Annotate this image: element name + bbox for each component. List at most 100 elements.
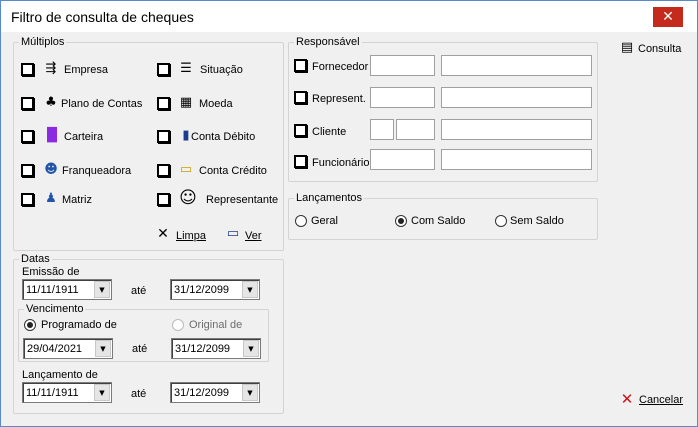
conta-debito-checkbox[interactable] [157,130,170,143]
network-icon: ⇶ [45,61,57,76]
cliente-subcode-input[interactable] [396,119,435,140]
funcionario-checkbox[interactable] [294,155,307,168]
fornecedor-name-input[interactable] [441,55,592,76]
representante-checkbox[interactable] [157,193,170,206]
multiplos-title: Múltiplos [19,35,67,49]
cliente-code-input[interactable] [370,119,394,140]
programado-radio[interactable] [24,319,36,331]
title-bar: Filtro de consulta de cheques ✕ [1,1,697,32]
list-icon: ☰ [180,61,192,76]
matriz-checkbox[interactable] [21,193,34,206]
funcionario-name-input[interactable] [441,149,592,170]
responsavel-title: Responsável [294,35,362,49]
calculator-icon: ▦ [179,95,193,110]
conta-credito-checkbox[interactable] [157,164,170,177]
programado-label: Programado de [41,319,117,331]
lanc-from-dropdown[interactable]: ▼ [94,384,110,401]
matriz-label: Matriz [62,194,92,206]
carteira-label: Carteira [64,131,104,143]
folders-icon: ▭ [179,162,193,177]
geral-radio[interactable] [295,215,307,227]
vencimento-group: Vencimento Programado de Original de 29/… [18,302,269,362]
vencimento-title: Vencimento [24,302,86,316]
cliente-name-input[interactable] [441,119,592,140]
venc-from-value: 29/04/2021 [27,343,83,355]
funcionario-code-input[interactable] [370,149,435,170]
lanc-from-date[interactable]: 11/11/1911 ▼ [22,382,112,403]
limpa-label: Limpa [176,230,206,242]
venc-to-value: 31/12/2099 [175,343,231,355]
represent-code-input[interactable] [370,87,435,108]
globe-person-icon: ☺ [179,188,197,208]
franqueadora-checkbox[interactable] [21,164,34,177]
consulta-label: Consulta [638,43,682,55]
venc-ate-label: até [132,343,148,355]
representante-label: Representante [206,194,279,206]
lanc-ate-label: até [131,388,147,400]
moeda-checkbox[interactable] [157,97,170,110]
responsavel-group: Responsável Fornecedor Represent. Client… [288,35,598,182]
cancelar-label: Cancelar [639,393,683,407]
represent-name-input[interactable] [441,87,592,108]
venc-from-dropdown[interactable]: ▼ [95,340,111,357]
represent-label: Represent. [312,93,366,105]
limpa-button[interactable]: Limpa [176,229,206,243]
users-icon: ☻ [44,162,58,177]
conta-debito-label: Conta Débito [191,131,256,143]
window-icon[interactable]: ▭ [224,226,242,242]
emissao-to-date[interactable]: 31/12/2099 ▼ [170,279,260,300]
original-radio[interactable] [172,319,184,331]
funcionario-label: Funcionário [312,157,370,169]
cancelar-text: Cancelar [639,394,684,406]
multiplos-group: Múltiplos ⇶ Empresa ♣ Plano de Contas ▐▌… [13,35,284,251]
lancamento-label: Lançamento de [22,369,98,381]
empresa-label: Empresa [64,64,109,76]
ver-label: Ver [245,230,262,242]
hierarchy-icon: ♣ [45,95,57,110]
fornecedor-code-input[interactable] [370,55,435,76]
datas-title: Datas [19,252,52,266]
close-x-icon[interactable]: ✕ [154,226,172,242]
venc-to-dropdown[interactable]: ▼ [243,340,259,357]
books-icon: ▐▌ [42,128,62,143]
geral-label: Geral [311,215,338,227]
datas-group: Datas Emissão de 11/11/1911 ▼ até 31/12/2… [13,252,284,414]
plano-contas-checkbox[interactable] [21,97,34,110]
lancamentos-title: Lançamentos [294,191,365,205]
com-saldo-label: Com Saldo [411,215,466,227]
emissao-from-dropdown[interactable]: ▼ [94,281,110,298]
sem-saldo-label: Sem Saldo [510,215,564,227]
situacao-checkbox[interactable] [157,63,170,76]
represent-checkbox[interactable] [294,91,307,104]
venc-to-date[interactable]: 31/12/2099 ▼ [171,338,261,359]
emissao-from-date[interactable]: 11/11/1911 ▼ [22,279,112,300]
emissao-to-value: 31/12/2099 [174,284,230,296]
situacao-label: Situação [200,64,243,76]
plano-contas-label: Plano de Contas [61,98,143,110]
lanc-to-value: 31/12/2099 [174,387,230,399]
ver-button[interactable]: Ver [245,229,262,243]
consulta-button[interactable]: ▤ Consulta [618,40,686,58]
cancelar-button[interactable]: ✕ Cancelar [618,391,686,409]
empresa-checkbox[interactable] [21,63,34,76]
lanc-from-value: 11/11/1911 [26,387,79,399]
window-title: Filtro de consulta de cheques [11,9,194,25]
search-doc-icon: ▤ [620,40,634,55]
cancel-x-icon: ✕ [620,390,634,408]
emissao-label: Emissão de [22,266,80,278]
franqueadora-label: Franqueadora [62,165,132,177]
emissao-to-dropdown[interactable]: ▼ [242,281,258,298]
fornecedor-checkbox[interactable] [294,59,307,72]
venc-from-date[interactable]: 29/04/2021 ▼ [23,338,113,359]
moeda-label: Moeda [199,98,233,110]
close-button[interactable]: ✕ [653,7,683,27]
original-label: Original de [189,319,243,331]
lanc-to-dropdown[interactable]: ▼ [242,384,258,401]
cliente-checkbox[interactable] [294,124,307,137]
lanc-to-date[interactable]: 31/12/2099 ▼ [170,382,260,403]
emissao-from-value: 11/11/1911 [26,284,79,296]
com-saldo-radio[interactable] [395,215,407,227]
sem-saldo-radio[interactable] [495,215,507,227]
carteira-checkbox[interactable] [21,130,34,143]
conta-credito-label: Conta Crédito [199,165,267,177]
